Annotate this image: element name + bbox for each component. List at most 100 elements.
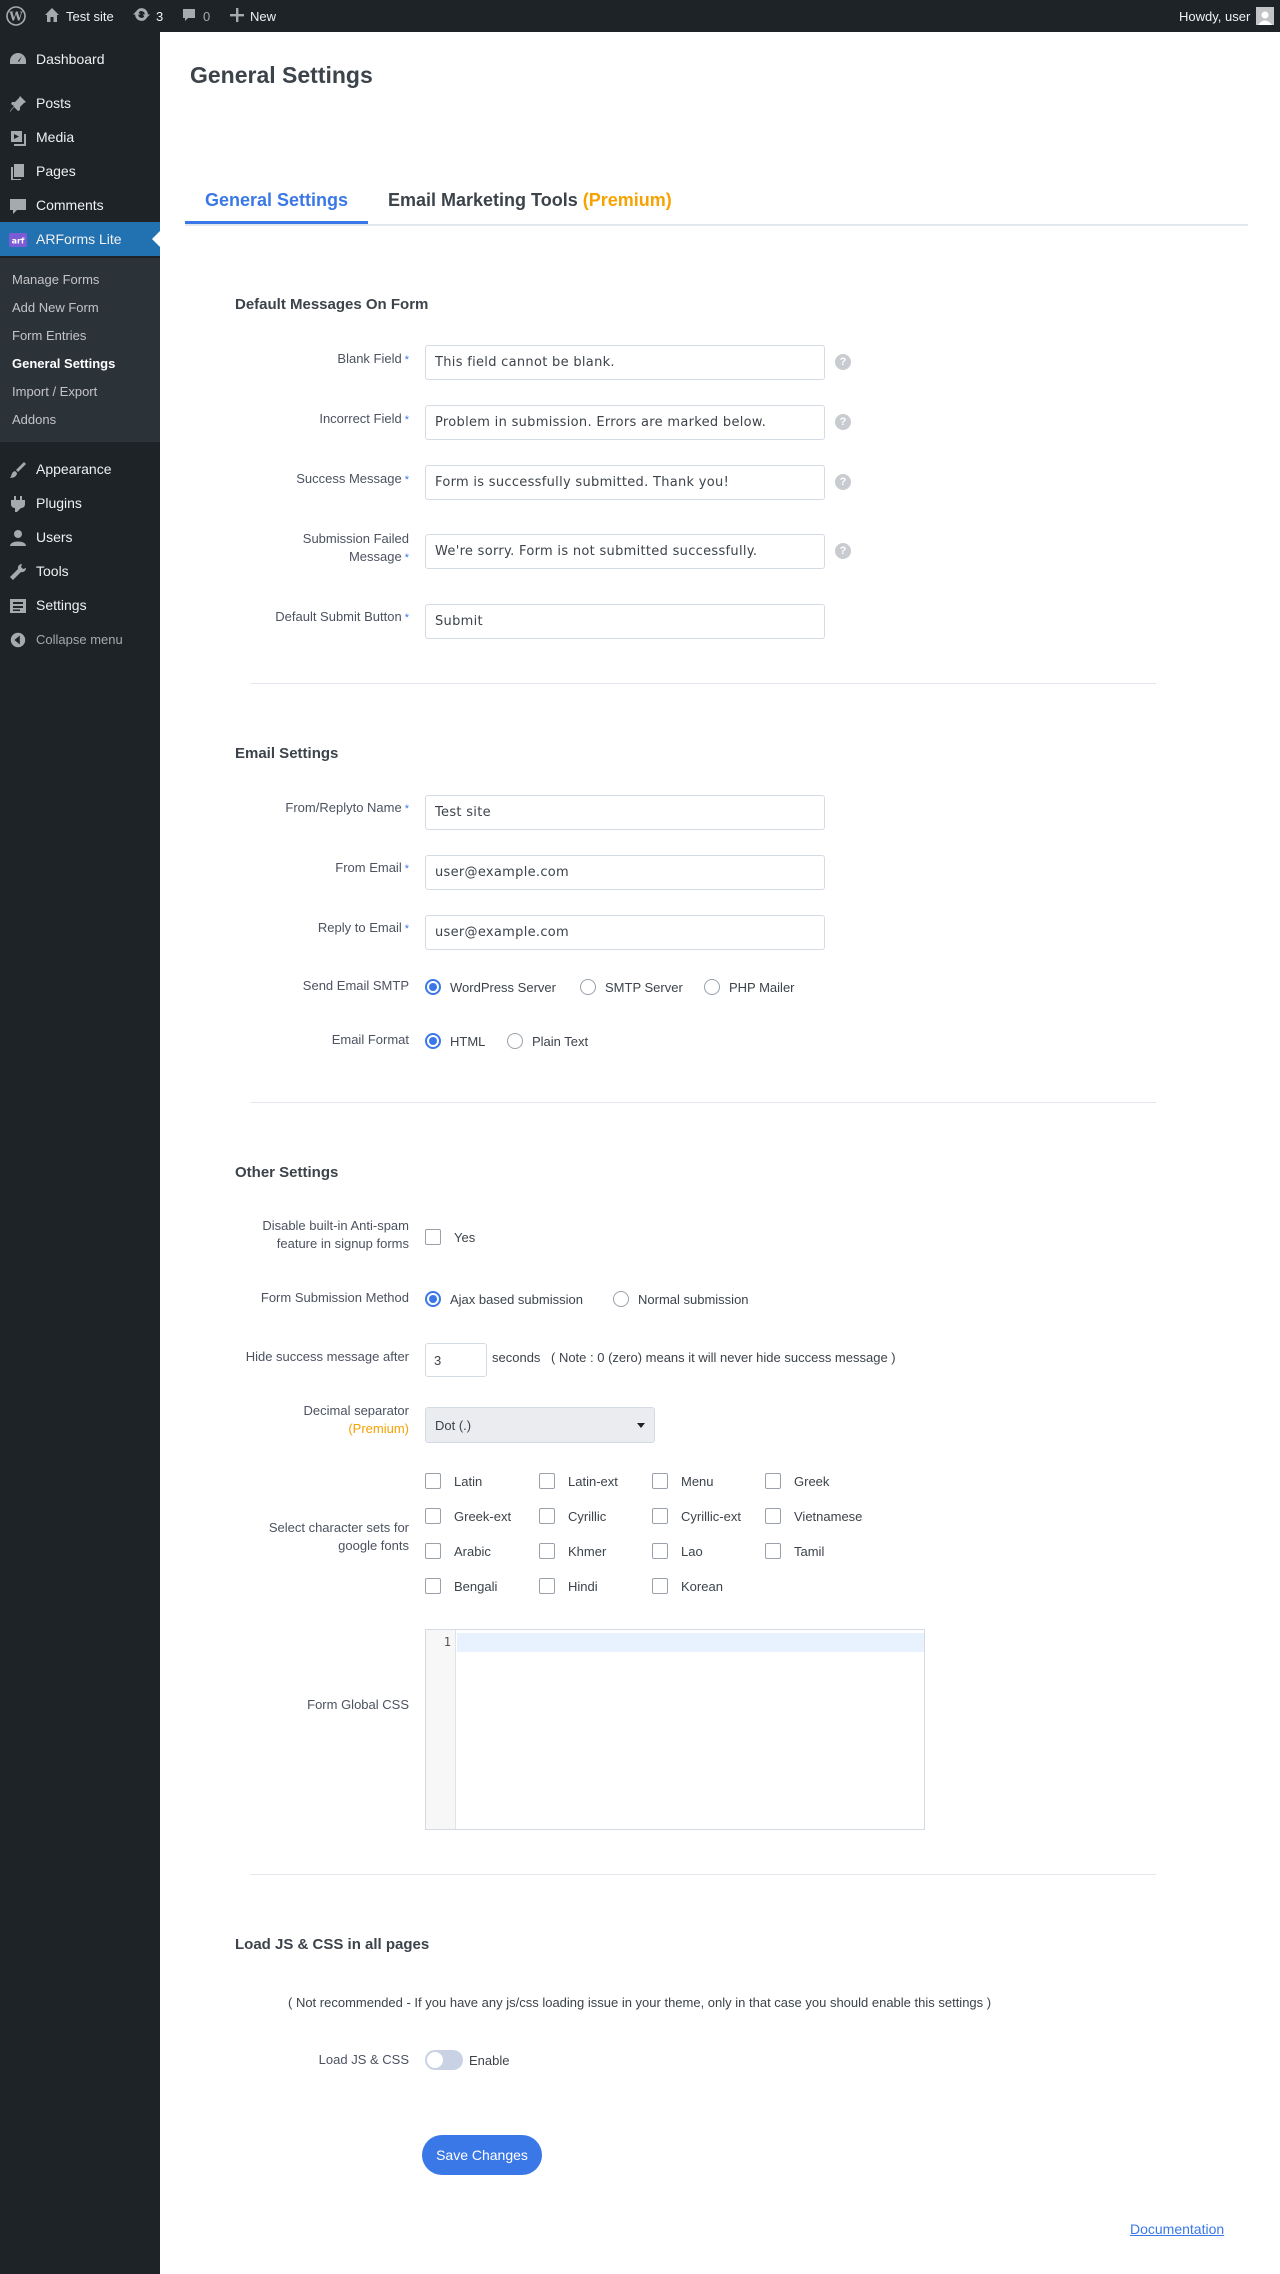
radio-wordpress-server[interactable]: WordPress Server [425,979,556,995]
blank-field-input[interactable]: This field cannot be blank. [425,345,825,380]
radio-button[interactable] [704,979,720,995]
antispam-checkbox[interactable]: Yes [425,1229,475,1245]
charset-menu[interactable]: Menu [652,1473,714,1489]
charset-latin[interactable]: Latin [425,1473,482,1489]
sidebar-item-label: Plugins [36,495,82,511]
sidebar-item-label: Posts [36,95,72,111]
charset-greek[interactable]: Greek [765,1473,829,1489]
charset-korean[interactable]: Korean [652,1578,723,1594]
comments-count: 0 [203,8,211,24]
sidebar-item-settings[interactable]: Settings [0,588,160,622]
success-message-input[interactable]: Form is successfully submitted. Thank yo… [425,465,825,500]
sidebar-item-tools[interactable]: Tools [0,554,160,588]
from-email-input[interactable]: user@example.com [425,855,825,890]
charset-bengali[interactable]: Bengali [425,1578,497,1594]
charset-arabic[interactable]: Arabic [425,1543,491,1559]
wordpress-logo-icon[interactable]: W [6,0,26,32]
charset-greek-ext[interactable]: Greek-ext [425,1508,511,1524]
section-title-default-messages: Default Messages On Form [235,296,429,313]
help-icon[interactable]: ? [835,543,851,559]
checkbox[interactable] [652,1473,668,1489]
checkbox[interactable] [652,1543,668,1559]
submission-failed-input[interactable]: We're sorry. Form is not submitted succe… [425,534,825,569]
charset-vietnamese[interactable]: Vietnamese [765,1508,862,1524]
sidebar-item-arforms[interactable]: arf ARForms Lite [0,222,160,256]
checkbox[interactable] [539,1578,555,1594]
radio-smtp-server[interactable]: SMTP Server [580,979,683,995]
checkbox[interactable] [425,1578,441,1594]
checkbox[interactable] [539,1473,555,1489]
radio-button[interactable] [425,979,441,995]
checkbox[interactable] [652,1578,668,1594]
submenu-import-export[interactable]: Import / Export [12,384,97,399]
sidebar-item-pages[interactable]: Pages [0,154,160,188]
documentation-link[interactable]: Documentation [1130,2221,1224,2237]
radio-php-mailer[interactable]: PHP Mailer [704,979,795,995]
submenu-form-entries[interactable]: Form Entries [12,328,86,343]
save-changes-button[interactable]: Save Changes [422,2135,542,2175]
sidebar-item-users[interactable]: Users [0,520,160,554]
submenu-manage-forms[interactable]: Manage Forms [12,272,99,287]
checkbox[interactable] [539,1543,555,1559]
sidebar-item-appearance[interactable]: Appearance [0,452,160,486]
charset-hindi[interactable]: Hindi [539,1578,598,1594]
sidebar-item-comments[interactable]: Comments [0,188,160,222]
my-account-link[interactable]: Howdy, user [1179,0,1275,32]
radio-ajax-submission[interactable]: Ajax based submission [425,1291,583,1307]
help-icon[interactable]: ? [835,354,851,370]
checkbox[interactable] [425,1508,441,1524]
dashboard-icon [8,50,28,70]
checkbox[interactable] [765,1508,781,1524]
charset-khmer[interactable]: Khmer [539,1543,606,1559]
load-js-css-toggle[interactable] [425,2050,463,2070]
comment-icon [181,7,197,26]
submenu-add-new-form[interactable]: Add New Form [12,300,99,315]
sidebar-item-plugins[interactable]: Plugins [0,486,160,520]
avatar [1256,7,1275,25]
charset-lao[interactable]: Lao [652,1543,703,1559]
reply-email-input[interactable]: user@example.com [425,915,825,950]
incorrect-field-input[interactable]: Problem in submission. Errors are marked… [425,405,825,440]
decimal-separator-select[interactable]: Dot (.) [425,1407,655,1443]
radio-normal-submission[interactable]: Normal submission [613,1291,749,1307]
submenu-addons[interactable]: Addons [12,412,56,427]
sidebar-item-posts[interactable]: Posts [0,86,160,120]
help-icon[interactable]: ? [835,474,851,490]
settings-icon [8,596,28,616]
from-name-input[interactable]: Test site [425,795,825,830]
charset-latin-ext[interactable]: Latin-ext [539,1473,618,1489]
new-content-link[interactable]: New [230,0,276,32]
radio-html[interactable]: HTML [425,1033,485,1049]
submenu-general-settings[interactable]: General Settings [12,356,115,371]
comments-link[interactable]: 0 [181,0,210,32]
radio-button[interactable] [613,1291,629,1307]
checkbox[interactable] [425,1473,441,1489]
radio-plain-text[interactable]: Plain Text [507,1033,588,1049]
sidebar-item-dashboard[interactable]: Dashboard [0,42,160,76]
help-icon[interactable]: ? [835,414,851,430]
tab-email-marketing-tools[interactable]: Email Marketing Tools (Premium) [388,190,672,211]
radio-button[interactable] [425,1291,441,1307]
checkbox[interactable] [652,1508,668,1524]
hide-success-seconds-input[interactable]: 3 [425,1343,487,1377]
radio-button[interactable] [507,1033,523,1049]
radio-button[interactable] [425,1033,441,1049]
sidebar-item-media[interactable]: Media [0,120,160,154]
tab-general-settings[interactable]: General Settings [185,190,369,224]
charset-cyrillic-ext[interactable]: Cyrillic-ext [652,1508,741,1524]
editor-active-line[interactable] [457,1633,924,1652]
checkbox[interactable] [765,1473,781,1489]
checkbox[interactable] [765,1543,781,1559]
global-css-editor[interactable]: 1 [425,1629,925,1830]
checkbox[interactable] [539,1508,555,1524]
charset-tamil[interactable]: Tamil [765,1543,824,1559]
collapse-menu-button[interactable]: Collapse menu [0,622,160,656]
radio-button[interactable] [580,979,596,995]
updates-link[interactable]: 3 [133,0,163,32]
submit-button-input[interactable]: Submit [425,604,825,639]
checkbox[interactable] [425,1543,441,1559]
checkbox[interactable] [425,1229,441,1245]
site-name-link[interactable]: Test site [44,0,114,32]
charset-cyrillic[interactable]: Cyrillic [539,1508,606,1524]
updates-icon [133,6,150,26]
